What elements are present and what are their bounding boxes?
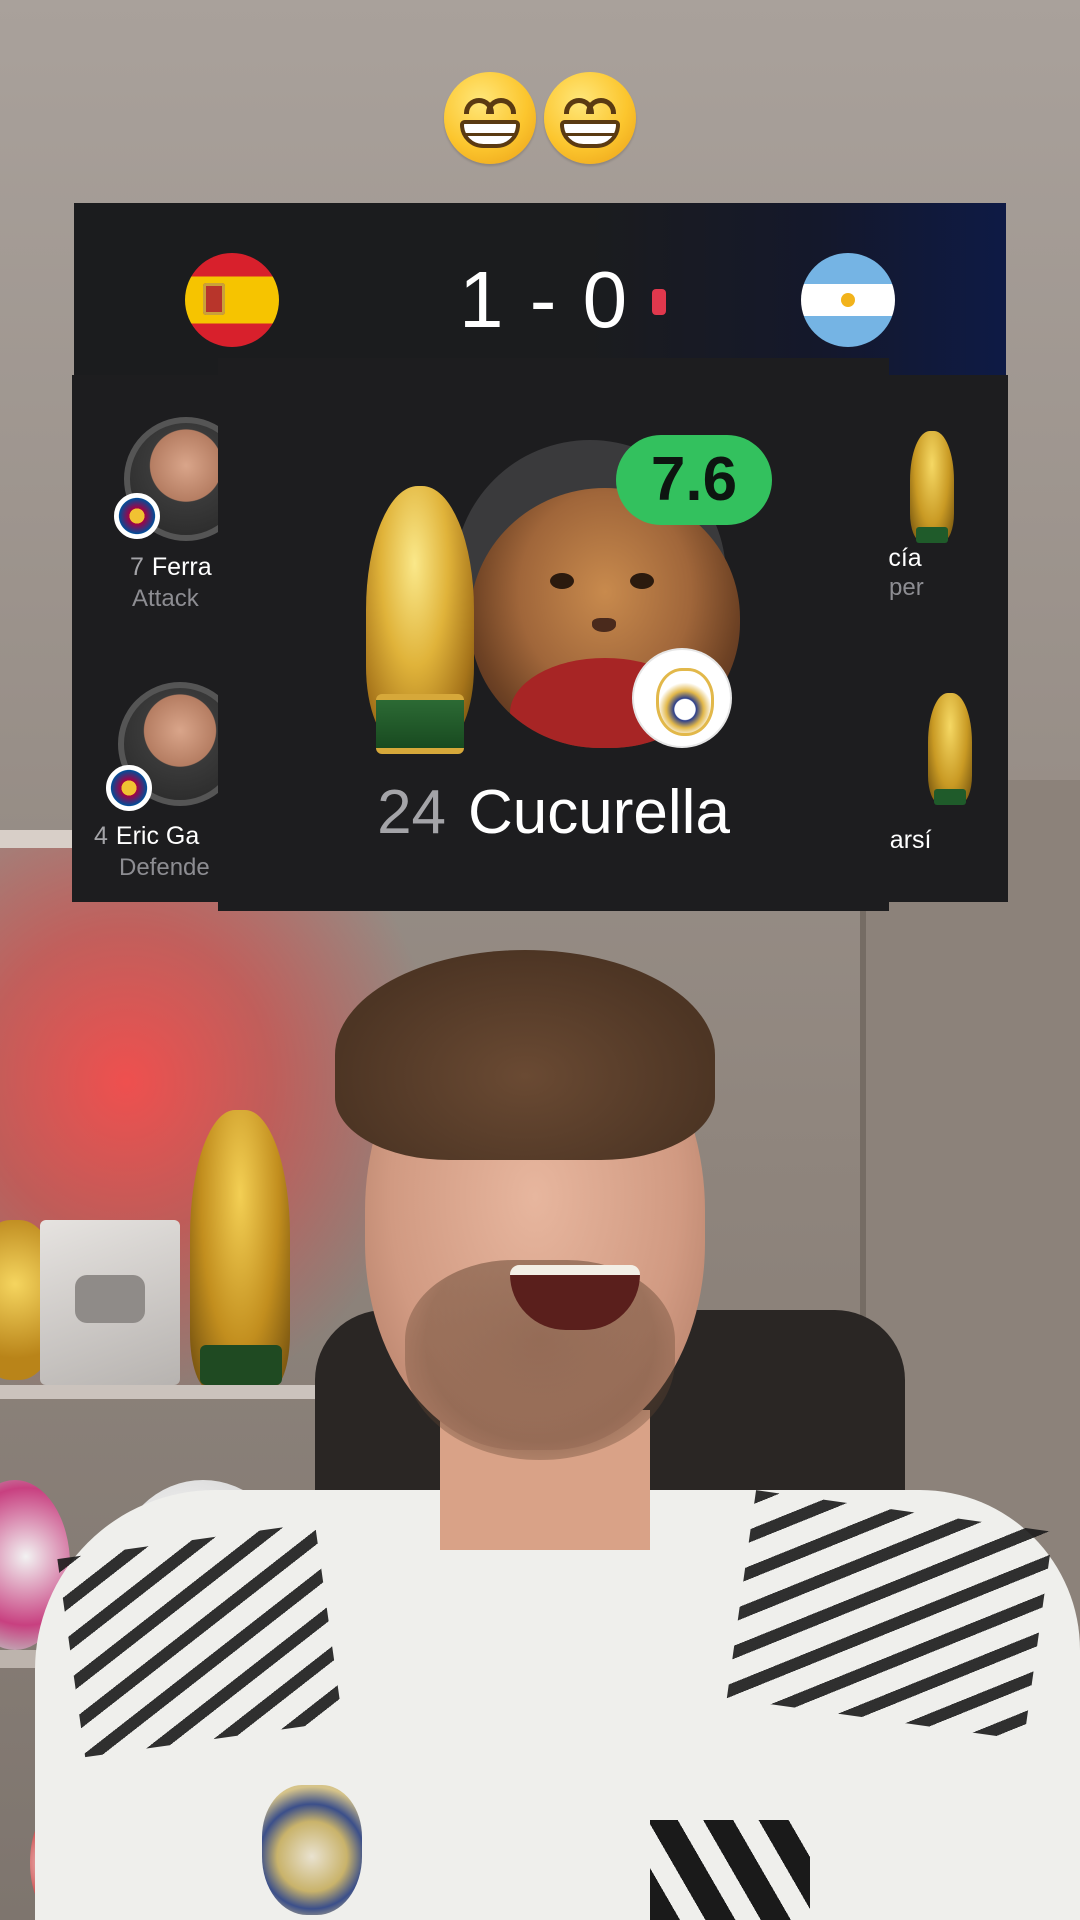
player-name: 4 Eric Ga	[94, 822, 200, 850]
featured-player-name: 24 Cucurella	[377, 778, 730, 847]
shirt-stripes-left	[57, 1522, 343, 1758]
shelf-middle	[0, 1385, 330, 1399]
grinning-face-icon	[544, 72, 636, 164]
featured-player-card[interactable]: 7.6 24 Cucurella	[218, 358, 889, 911]
shirt-logo	[650, 1820, 810, 1920]
real-madrid-crest-icon	[634, 650, 730, 746]
live-indicator	[652, 289, 666, 315]
player-position: Defende	[119, 854, 210, 881]
match-score: 1 - 0	[459, 255, 630, 344]
world-cup-trophy-icon	[910, 431, 954, 543]
player-position: Attack	[132, 585, 199, 612]
player-name: 7 Ferra	[130, 553, 212, 581]
barcelona-crest-icon	[106, 765, 152, 811]
barcelona-crest-icon	[114, 493, 160, 539]
world-cup-trophy-icon	[928, 693, 972, 805]
grinning-face-icon	[444, 72, 536, 164]
player-rating-badge: 7.6	[616, 435, 772, 525]
world-cup-replica-base	[200, 1345, 282, 1385]
emoji-overlay	[0, 72, 1080, 172]
trophy-base	[376, 694, 464, 754]
spain-flag-icon	[185, 253, 279, 347]
shirt-stripes-right	[726, 1490, 1054, 1740]
play-button-plaque	[40, 1220, 180, 1385]
shirt-crest	[262, 1785, 362, 1915]
player-position: per	[889, 574, 924, 601]
person-hair	[335, 950, 715, 1160]
argentina-flag-icon	[801, 253, 895, 347]
match-scoreboard: 1 - 0	[74, 203, 1006, 375]
